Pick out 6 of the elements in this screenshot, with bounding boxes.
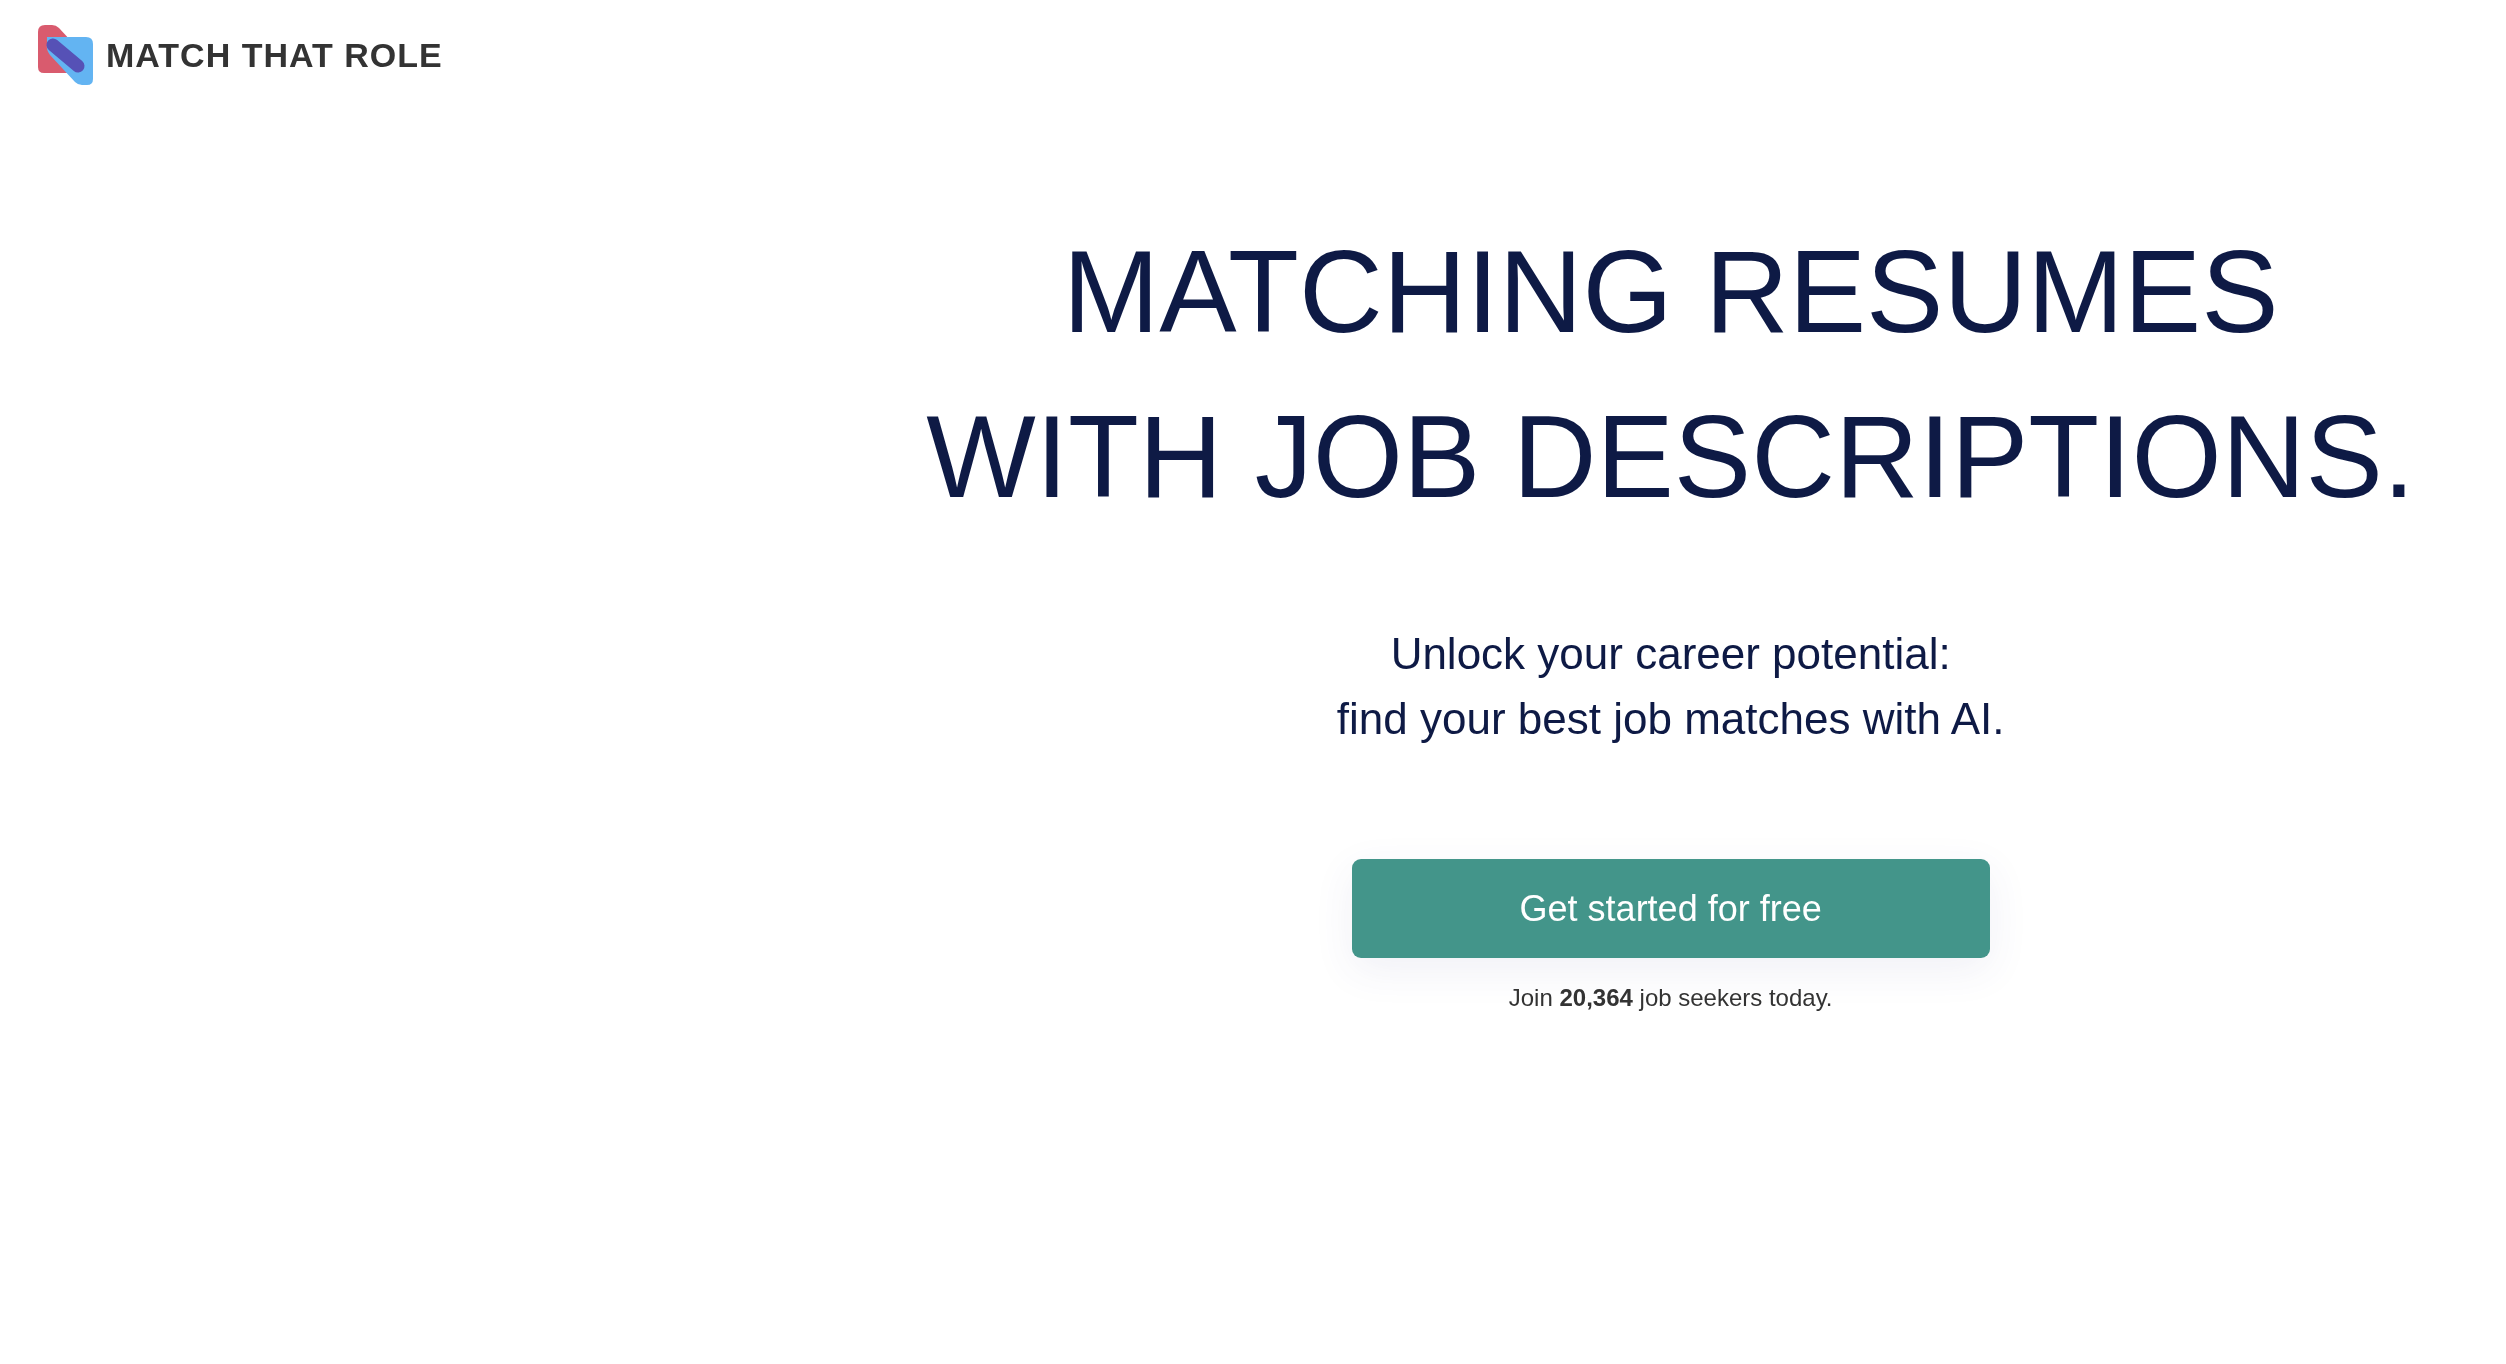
headline: MATCHING RESUMES WITH JOB DESCRIPTIONS.: [926, 226, 2416, 524]
social-proof-text: Join 20,364 job seekers today.: [1508, 984, 1833, 1012]
subtitle: Unlock your career potential: find your best job matches with AI.: [1336, 628, 2005, 745]
get-started-button[interactable]: Get started for free: [1351, 859, 1990, 958]
logo-icon: [37, 24, 94, 86]
home-logo-link[interactable]: MATCH THAT ROLE: [37, 24, 443, 86]
